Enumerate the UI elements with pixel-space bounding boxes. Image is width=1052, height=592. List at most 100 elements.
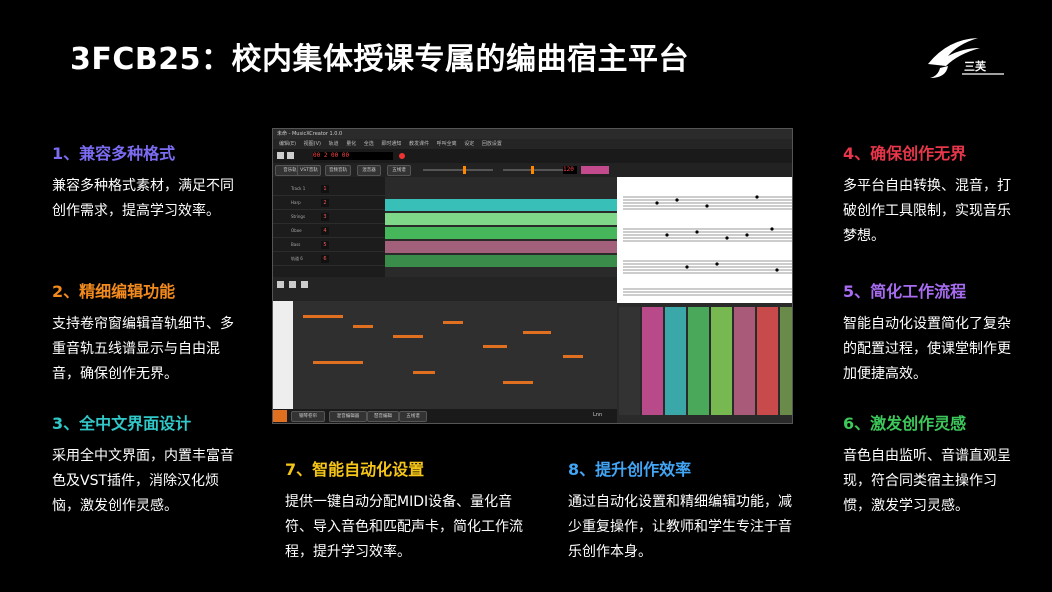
menu-item[interactable]: 量化 — [346, 141, 356, 147]
track-number: 5 — [321, 241, 329, 249]
midi-note[interactable] — [483, 345, 507, 348]
feature-6: 6、激发创作灵感 音色自由监听、音谱直观呈现，符合同类宿主操作习惯，激发学习灵感… — [843, 410, 1018, 519]
midi-note[interactable] — [443, 321, 463, 324]
track-number: 3 — [321, 213, 329, 221]
volume-slider[interactable] — [423, 169, 493, 171]
feature-3: 3、全中文界面设计 采用全中文界面，内置丰富音色及VST插件，消除汉化烦恼，激发… — [52, 410, 242, 519]
mixer-strip[interactable] — [757, 307, 778, 415]
feature-4-body: 多平台自由转换、混音，打破创作工具限制，实现音乐梦想。 — [843, 178, 1011, 244]
midi-note[interactable] — [563, 355, 583, 358]
transport-toolbar: 00 2 00 00 — [273, 149, 792, 163]
track-row[interactable]: Bass 5 — [273, 239, 385, 252]
mixer-strip[interactable] — [780, 307, 792, 415]
track-row[interactable]: Strings 3 — [273, 211, 385, 224]
track-number: 2 — [321, 199, 329, 207]
editor-tab-active[interactable] — [273, 410, 287, 422]
score-view[interactable] — [617, 177, 792, 303]
feature-2-heading: 2、精细编辑功能 — [52, 282, 176, 301]
zoom-label: Lnn — [593, 412, 603, 418]
midi-clip[interactable] — [385, 255, 617, 267]
track-type-tabs: 音乐轨 VST音轨 音频音轨 混音器 五线谱 120 — [273, 163, 792, 177]
feature-5: 5、简化工作流程 智能自动化设置简化了复杂的配置过程，使课堂制作更加便捷高效。 — [843, 278, 1018, 387]
volume-knob[interactable] — [463, 166, 466, 174]
tab-score[interactable]: 五线谱 — [387, 165, 411, 176]
track-name: Harp — [291, 200, 301, 205]
midi-clip[interactable] — [385, 213, 617, 225]
mixer-strip-master[interactable] — [619, 307, 640, 415]
arrange-view[interactable] — [385, 177, 617, 277]
menu-item[interactable]: 回放设置 — [482, 141, 502, 147]
tab-staff[interactable]: 五线谱 — [399, 411, 427, 422]
pan-knob[interactable] — [531, 166, 534, 174]
track-row[interactable]: Harp 2 — [273, 197, 385, 210]
mixer-strip[interactable] — [711, 307, 732, 415]
daw-screenshot: 未命 - MusicXCreator 1.0.0 编辑(E) 视图(V) 轨道 … — [272, 128, 793, 424]
eraser-tool-icon[interactable] — [301, 281, 308, 288]
piano-roll[interactable] — [293, 301, 617, 409]
mixer-strip[interactable] — [734, 307, 755, 415]
midi-note[interactable] — [393, 335, 423, 338]
track-name: 轨道 6 — [291, 256, 303, 261]
editor-tabs: 钢琴卷帘 混音编辑器 琶音编辑 五线谱 Lnn — [273, 409, 617, 423]
midi-note[interactable] — [353, 325, 373, 328]
tab-mix-editor[interactable]: 混音编辑器 — [329, 411, 367, 422]
menu-item[interactable]: 视图(V) — [304, 141, 321, 147]
midi-note[interactable] — [413, 371, 435, 374]
save-icon[interactable] — [277, 152, 284, 159]
page-title: 3FCB25：校内集体授课专属的编曲宿主平台 — [70, 42, 689, 77]
midi-clip[interactable] — [385, 227, 617, 239]
track-row[interactable]: 轨道 6 6 — [273, 253, 385, 266]
tempo-display: 120 — [563, 166, 577, 174]
menu-item[interactable]: 轨道 — [329, 141, 339, 147]
open-icon[interactable] — [287, 152, 294, 159]
track-number: 4 — [321, 227, 329, 235]
feature-1-body: 兼容多种格式素材，满足不同创作需求，提高学习效率。 — [52, 178, 234, 219]
feature-1: 1、兼容多种格式 兼容多种格式素材，满足不同创作需求，提高学习效率。 — [52, 140, 242, 224]
feature-5-heading: 5、简化工作流程 — [843, 282, 967, 301]
midi-clip[interactable] — [385, 241, 617, 253]
midi-note[interactable] — [303, 315, 343, 318]
track-row[interactable]: Oboe 4 — [273, 225, 385, 238]
menu-item[interactable]: 即时通知 — [381, 141, 401, 147]
track-list: Track 1 1 Harp 2 Strings 3 Oboe 4 Bass 5 轨道 6… — [273, 177, 385, 277]
menu-item[interactable]: 呼叫全离 — [437, 141, 457, 147]
mixer-panel — [617, 303, 792, 423]
staff-notation-icon — [623, 195, 792, 296]
mixer-strip[interactable] — [688, 307, 709, 415]
tempo-highlight — [581, 166, 609, 174]
feature-8-heading: 8、提升创作效率 — [568, 460, 692, 479]
tab-audio-track[interactable]: 音频音轨 — [325, 165, 351, 176]
menu-item[interactable]: 全选 — [364, 141, 374, 147]
pointer-tool-icon[interactable] — [277, 281, 284, 288]
mixer-strip[interactable] — [642, 307, 663, 415]
feature-6-body: 音色自由监听、音谱直观呈现，符合同类宿主操作习惯，激发学习灵感。 — [843, 448, 1011, 514]
feature-3-body: 采用全中文界面，内置丰富音色及VST插件，消除汉化烦恼，激发创作灵感。 — [52, 448, 234, 514]
tab-piano-roll[interactable]: 钢琴卷帘 — [291, 411, 325, 422]
midi-note[interactable] — [313, 361, 363, 364]
track-number: 1 — [321, 185, 329, 193]
menu-item[interactable]: 编辑(E) — [279, 141, 296, 147]
tab-vst-track[interactable]: VST音轨 — [297, 165, 321, 176]
tab-mixer[interactable]: 混音器 — [357, 165, 381, 176]
midi-note[interactable] — [503, 381, 533, 384]
tab-arpeggio-editor[interactable]: 琶音编辑 — [367, 411, 399, 422]
menu-item[interactable]: 设定 — [464, 141, 474, 147]
feature-4: 4、确保创作无界 多平台自由转换、混音，打破创作工具限制，实现音乐梦想。 — [843, 140, 1018, 249]
company-logo-icon — [928, 38, 1004, 78]
feature-3-heading: 3、全中文界面设计 — [52, 414, 192, 433]
mixer-strip[interactable] — [665, 307, 686, 415]
pencil-tool-icon[interactable] — [289, 281, 296, 288]
menu-item[interactable]: 教发课件 — [409, 141, 429, 147]
piano-keyboard[interactable] — [273, 301, 293, 409]
feature-7: 7、智能自动化设置 提供一键自动分配MIDI设备、量化音符、导入音色和匹配声卡，… — [285, 456, 525, 565]
record-icon[interactable] — [399, 153, 405, 159]
track-name: Track 1 — [291, 186, 306, 191]
feature-7-heading: 7、智能自动化设置 — [285, 460, 425, 479]
midi-clip[interactable] — [385, 199, 617, 211]
midi-note[interactable] — [523, 331, 551, 334]
feature-7-body: 提供一键自动分配MIDI设备、量化音符、导入音色和匹配声卡，简化工作流程，提升学… — [285, 494, 523, 560]
feature-6-heading: 6、激发创作灵感 — [843, 414, 967, 433]
feature-4-heading: 4、确保创作无界 — [843, 144, 967, 163]
track-row[interactable]: Track 1 1 — [273, 183, 385, 196]
track-name: Oboe — [291, 228, 302, 233]
